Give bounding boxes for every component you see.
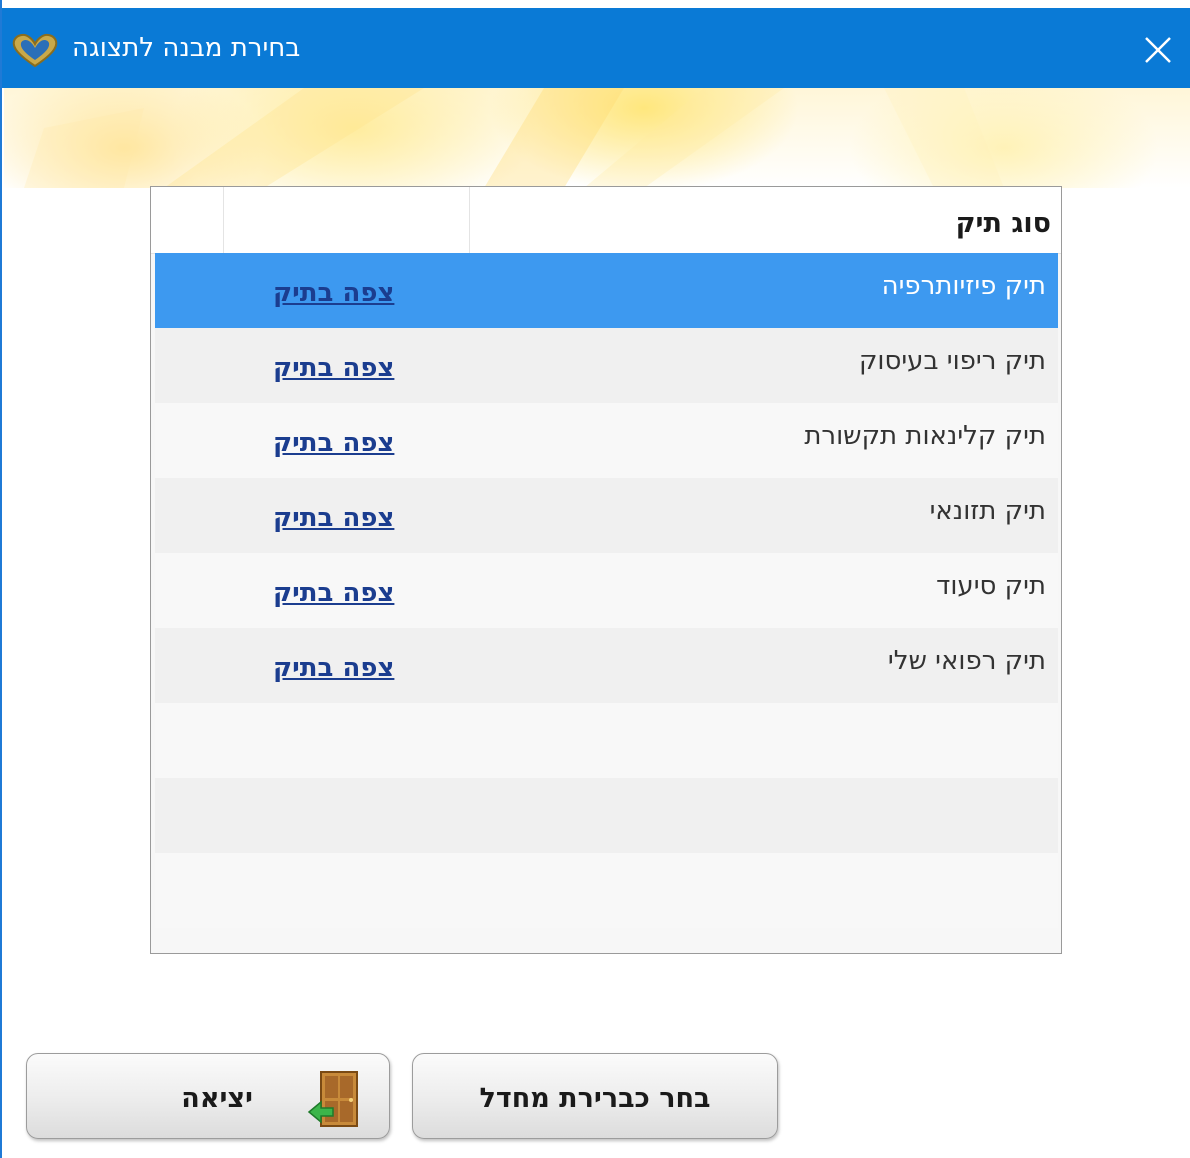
- table-row[interactable]: תיק סיעוד צפה בתיק: [155, 553, 1058, 628]
- view-file-link[interactable]: צפה בתיק: [273, 253, 394, 328]
- title-bar: בחירת מבנה לתצוגה: [2, 8, 1190, 88]
- window-title: בחירת מבנה לתצוגה: [72, 33, 301, 63]
- view-file-link[interactable]: צפה בתיק: [273, 628, 394, 703]
- row-name: תיק ריפוי בעיסוק: [858, 346, 1046, 376]
- decorative-banner: [4, 88, 1190, 188]
- empty-row: [155, 853, 1058, 928]
- table-row[interactable]: תיק פיזיותרפיה צפה בתיק: [155, 253, 1058, 328]
- table-row[interactable]: תיק קלינאות תקשורת צפה בתיק: [155, 403, 1058, 478]
- column-header-type[interactable]: סוג תיק: [471, 187, 1061, 253]
- view-file-link[interactable]: צפה בתיק: [273, 553, 394, 628]
- view-file-link[interactable]: צפה בתיק: [273, 328, 394, 403]
- view-file-link[interactable]: צפה בתיק: [273, 403, 394, 478]
- set-default-button-label: בחר כברירת מחדל: [479, 1083, 711, 1114]
- exit-button[interactable]: יציאה: [26, 1053, 390, 1139]
- empty-row: [155, 703, 1058, 778]
- structure-grid: סוג תיק תיק פיזיותרפיה צפה בתיק תיק ריפו…: [150, 186, 1062, 954]
- view-file-link[interactable]: צפה בתיק: [273, 478, 394, 553]
- column-divider: [469, 187, 470, 253]
- row-name: תיק תזונאי: [929, 496, 1046, 526]
- row-name: תיק פיזיותרפיה: [881, 271, 1046, 301]
- empty-row: [155, 778, 1058, 853]
- row-name: תיק קלינאות תקשורת: [804, 421, 1046, 451]
- dialog-window: בחירת מבנה לתצוגה סוג תיק תיק פיזיותרפיה…: [0, 0, 1190, 1158]
- grid-header: סוג תיק: [151, 187, 1061, 254]
- door-exit-icon: [307, 1071, 358, 1127]
- heart-logo-icon: [12, 33, 58, 68]
- column-divider: [223, 187, 224, 253]
- exit-button-label: יציאה: [181, 1083, 253, 1114]
- row-name: תיק סיעוד: [936, 571, 1046, 601]
- light-rays-decoration: [24, 88, 1004, 188]
- close-icon[interactable]: [1136, 28, 1180, 72]
- row-name: תיק רפואי שלי: [887, 646, 1046, 676]
- set-default-button[interactable]: בחר כברירת מחדל: [412, 1053, 778, 1139]
- table-row[interactable]: תיק תזונאי צפה בתיק: [155, 478, 1058, 553]
- table-row[interactable]: תיק ריפוי בעיסוק צפה בתיק: [155, 328, 1058, 403]
- table-row[interactable]: תיק רפואי שלי צפה בתיק: [155, 628, 1058, 703]
